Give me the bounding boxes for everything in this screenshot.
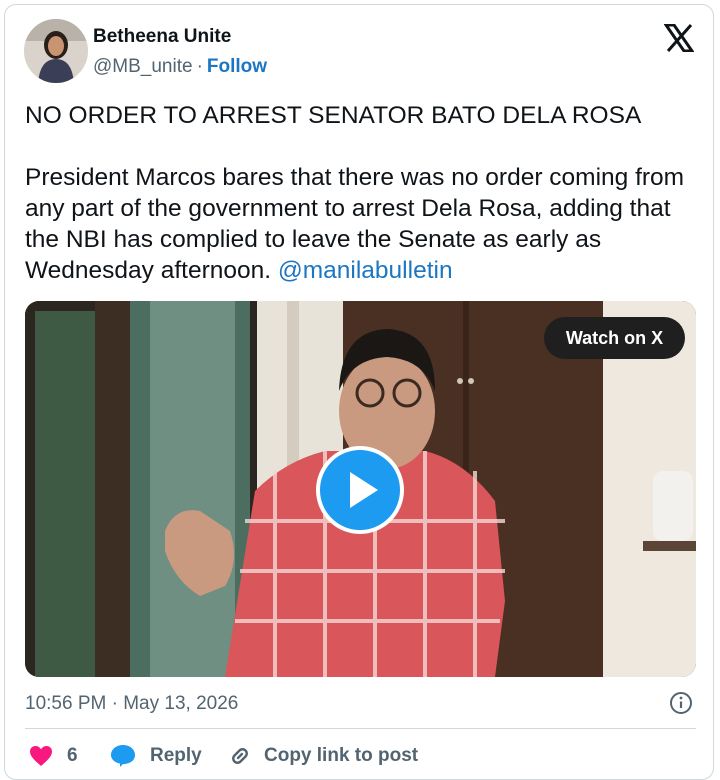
- mention-link[interactable]: @manilabulletin: [278, 257, 453, 284]
- post-timestamp[interactable]: 10:56 PM · May 13, 2026: [25, 693, 238, 715]
- reply-label: Reply: [150, 745, 202, 766]
- info-icon[interactable]: [669, 691, 693, 715]
- separator-dot: ·: [196, 56, 203, 77]
- like-count: 6: [67, 745, 78, 766]
- link-icon: [232, 748, 248, 764]
- play-button[interactable]: [316, 446, 404, 534]
- tweet-text: NO ORDER TO ARREST SENATOR BATO DELA ROS…: [25, 100, 705, 286]
- watch-on-x-button[interactable]: Watch on X: [544, 317, 685, 359]
- tweet-headline: NO ORDER TO ARREST SENATOR BATO DELA ROS…: [25, 102, 642, 129]
- avatar[interactable]: [24, 19, 88, 83]
- heart-icon: [30, 746, 52, 766]
- author-handle-row: @MB_unite · Follow: [93, 56, 267, 78]
- like-button[interactable]: 6: [29, 741, 78, 771]
- tweet-body-paragraph: President Marcos bares that there was no…: [25, 162, 705, 286]
- reply-button[interactable]: Reply: [110, 741, 202, 771]
- reply-bubble-icon: [111, 745, 135, 767]
- author-handle[interactable]: @MB_unite: [93, 56, 193, 77]
- play-icon: [350, 472, 378, 508]
- copy-link-button[interactable]: Copy link to post: [228, 741, 418, 771]
- author-name[interactable]: Betheena Unite: [93, 26, 231, 48]
- follow-button[interactable]: Follow: [207, 56, 267, 77]
- divider: [25, 728, 696, 729]
- copy-link-label: Copy link to post: [264, 745, 419, 766]
- x-logo-icon[interactable]: [664, 24, 694, 52]
